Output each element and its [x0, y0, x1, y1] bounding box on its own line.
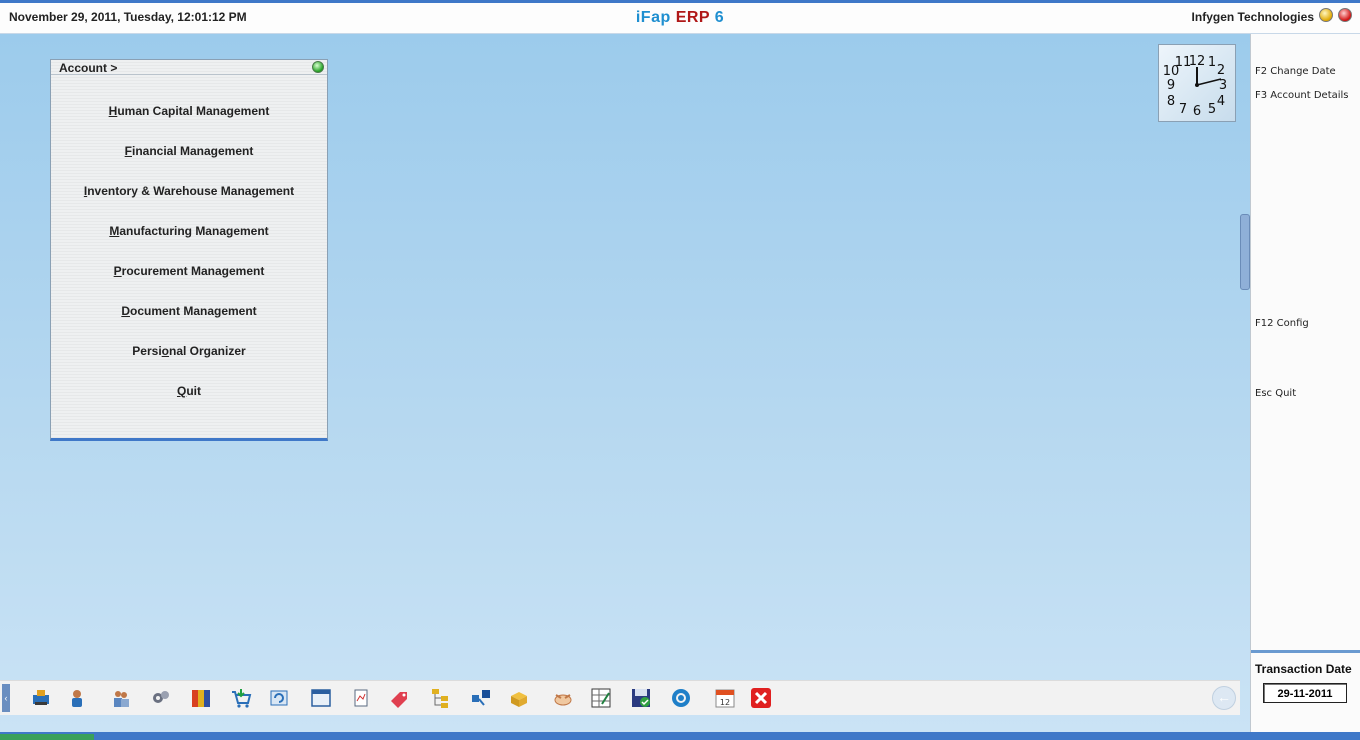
- menu-hotkey: Q: [176, 384, 187, 398]
- menu-hotkey: F: [124, 144, 132, 158]
- svg-text:9: 9: [1167, 78, 1175, 93]
- menu-item-personal-organizer[interactable]: Persional Organizer: [51, 344, 327, 358]
- menu-label: nal Organizer: [169, 344, 246, 358]
- menu-item-procurement[interactable]: Procurement Management: [51, 264, 327, 278]
- hotkey-quit[interactable]: Esc Quit: [1255, 388, 1296, 399]
- app-title-version: 6: [709, 9, 725, 26]
- svg-text:7: 7: [1179, 102, 1187, 117]
- status-strip: [0, 732, 1360, 740]
- user-phone-icon[interactable]: [66, 687, 88, 709]
- menu-item-human-capital[interactable]: Human Capital Management: [51, 104, 327, 118]
- flow-icon[interactable]: [470, 687, 492, 709]
- toolbar-scroll-left-button[interactable]: ‹: [2, 684, 10, 712]
- menu-item-inventory[interactable]: Inventory & Warehouse Management: [51, 184, 327, 198]
- settings-icon[interactable]: [670, 687, 692, 709]
- svg-text:1: 1: [1208, 55, 1216, 70]
- hotkey-config[interactable]: F12 Config: [1255, 318, 1309, 329]
- checklist-icon[interactable]: [590, 687, 612, 709]
- transaction-date-label: Transaction Date: [1255, 662, 1352, 676]
- menu-label: nventory & Warehouse Management: [87, 184, 295, 198]
- hotkey-account-details[interactable]: F3 Account Details: [1255, 90, 1349, 101]
- window-icon[interactable]: [310, 687, 332, 709]
- network-icon[interactable]: [30, 687, 52, 709]
- menu-item-document[interactable]: Document Management: [51, 304, 327, 318]
- handshake-icon[interactable]: [552, 687, 574, 709]
- svg-text:8: 8: [1167, 94, 1175, 109]
- menu-label: uman Capital Management: [117, 104, 270, 118]
- panel-title: Account >: [59, 61, 118, 75]
- svg-text:4: 4: [1217, 94, 1225, 109]
- menu-label: ocument Management: [129, 304, 257, 318]
- title-bar: November 29, 2011, Tuesday, 12:01:12 PM …: [0, 0, 1360, 34]
- divider: [1251, 650, 1360, 653]
- svg-text:2: 2: [1217, 63, 1225, 78]
- menu-label: anufacturing Management: [119, 224, 269, 238]
- menu-label-prefix: Persi: [132, 344, 162, 358]
- transaction-date-field[interactable]: 29-11-2011: [1263, 683, 1347, 703]
- calendar-day: 12: [720, 698, 730, 707]
- minimize-button[interactable]: [1319, 8, 1333, 22]
- company-name: Infygen Technologies: [1191, 10, 1314, 24]
- app-title-ifap: iFap: [635, 9, 676, 26]
- svg-text:11: 11: [1175, 55, 1192, 70]
- clock-widget: 12 1 2 3 4 5 6 7 8 9 10 11: [1158, 44, 1236, 122]
- svg-text:5: 5: [1208, 102, 1216, 117]
- back-arrow-icon[interactable]: ←: [1212, 686, 1236, 710]
- menu-item-quit[interactable]: Quit: [51, 384, 327, 398]
- app-title: iFap ERP 6: [0, 9, 1360, 27]
- package-icon[interactable]: [508, 687, 530, 709]
- hotkey-change-date[interactable]: F2 Change Date: [1255, 66, 1336, 77]
- people-icon[interactable]: [110, 687, 132, 709]
- menu-item-financial[interactable]: Financial Management: [51, 144, 327, 158]
- menu-hotkey: D: [121, 304, 130, 318]
- gears-icon[interactable]: [150, 687, 172, 709]
- side-panel: F2 Change Date F3 Account Details F12 Co…: [1250, 34, 1360, 732]
- menu-label: uit: [186, 384, 201, 398]
- menu-hotkey: P: [113, 264, 122, 278]
- menu-label: inancial Management: [131, 144, 254, 158]
- menu-hotkey: M: [109, 224, 120, 238]
- side-panel-collapse-handle[interactable]: [1240, 214, 1250, 290]
- clock-icon: 12 1 2 3 4 5 6 7 8 9 10 11: [1163, 54, 1227, 119]
- document-icon[interactable]: [350, 687, 372, 709]
- account-menu-panel: Account > Human Capital Management Finan…: [50, 59, 328, 441]
- tree-icon[interactable]: [430, 687, 452, 709]
- calendar-icon[interactable]: 12: [714, 687, 736, 709]
- app-title-erp: ERP: [675, 9, 710, 26]
- menu-hotkey: o: [161, 344, 169, 358]
- progress-indicator: [0, 734, 94, 740]
- panel-header: Account >: [51, 60, 327, 75]
- menu-label: rocurement Management: [121, 264, 265, 278]
- menu-item-manufacturing[interactable]: Manufacturing Management: [51, 224, 327, 238]
- svg-text:3: 3: [1219, 78, 1227, 93]
- books-icon[interactable]: [190, 687, 212, 709]
- sale-tag-icon[interactable]: [388, 687, 410, 709]
- svg-text:6: 6: [1193, 104, 1201, 119]
- bottom-toolbar: 12: [0, 680, 1240, 715]
- refresh-icon[interactable]: [268, 687, 290, 709]
- close-icon[interactable]: [750, 687, 772, 709]
- close-window-button[interactable]: [1338, 8, 1352, 22]
- shopping-cart-icon[interactable]: [230, 687, 252, 709]
- save-icon[interactable]: [630, 687, 652, 709]
- menu-hotkey: H: [108, 104, 118, 118]
- status-indicator-icon: [312, 61, 324, 73]
